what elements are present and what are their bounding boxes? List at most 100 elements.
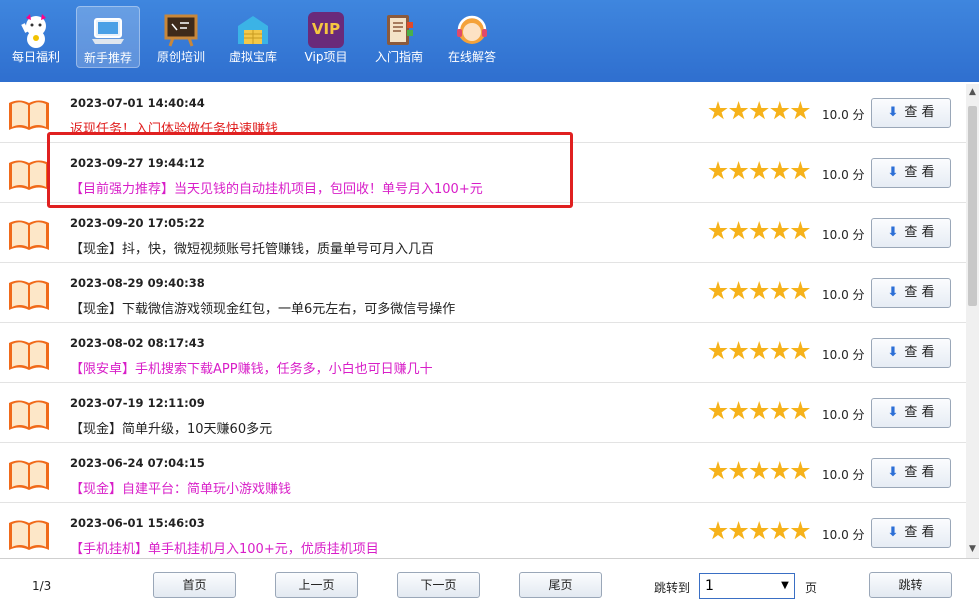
- tool-label: 新手推荐: [83, 51, 132, 65]
- view-button[interactable]: ⬇ 查 看: [871, 278, 951, 308]
- star-icon: [790, 341, 810, 360]
- last-page-button[interactable]: 尾页: [519, 572, 602, 598]
- tool-beginner-recommend[interactable]: 新手推荐: [76, 6, 140, 68]
- item-title[interactable]: 【现金】自建平台：简单玩小游戏赚钱: [70, 478, 291, 497]
- star-icon: [728, 461, 749, 480]
- tool-label: 虚拟宝库: [228, 50, 277, 64]
- item-title[interactable]: 【现金】简单升级，10天赚60多元: [70, 418, 272, 437]
- open-book-icon: [9, 220, 49, 250]
- item-title[interactable]: 【手机挂机】单手机挂机月入100+元，优质挂机项目: [70, 538, 379, 557]
- tool-vip-projects[interactable]: VIP Vip项目: [294, 6, 358, 68]
- chalkboard-icon: [163, 12, 199, 48]
- tool-getting-started-guide[interactable]: 入门指南: [367, 6, 431, 68]
- tool-daily-welfare[interactable]: 每日福利: [4, 6, 68, 68]
- star-icon: [749, 101, 769, 120]
- tool-label: 入门指南: [374, 50, 423, 64]
- list-item: 2023-07-19 12:11:09 【现金】简单升级，10天赚60多元 10.0…: [0, 383, 966, 443]
- item-date: 2023-06-24 07:04:15: [70, 456, 205, 470]
- star-icon: [708, 281, 728, 300]
- item-date: 2023-08-29 09:40:38: [70, 276, 205, 290]
- rating-stars: [708, 401, 811, 425]
- view-button[interactable]: ⬇ 查 看: [871, 338, 951, 368]
- item-score: 10.0 分: [822, 528, 865, 542]
- list-item: 2023-09-20 17:05:22 【现金】抖，快，微短视频账号托管赚钱，质量…: [0, 203, 966, 263]
- star-icon: [770, 341, 790, 360]
- item-date: 2023-06-01 15:46:03: [70, 516, 205, 530]
- star-icon: [728, 161, 749, 180]
- rating-stars: [708, 341, 811, 365]
- tool-label: Vip项目: [304, 50, 348, 64]
- view-button-label: 查 看: [904, 405, 935, 420]
- view-button[interactable]: ⬇ 查 看: [871, 218, 951, 248]
- item-score: 10.0 分: [822, 228, 865, 242]
- star-icon: [749, 341, 769, 360]
- star-icon: [770, 161, 790, 180]
- tool-original-training[interactable]: 原创培训: [149, 6, 213, 68]
- open-book-icon: [9, 100, 49, 130]
- star-icon: [728, 521, 749, 540]
- tool-virtual-treasury[interactable]: 虚拟宝库: [221, 6, 285, 68]
- previous-page-button[interactable]: 上一页: [275, 572, 358, 598]
- list-item: 2023-08-29 09:40:38 【现金】下载微信游戏领现金红包，一单6元左…: [0, 263, 966, 323]
- star-icon: [749, 401, 769, 420]
- list-item: 2023-06-01 15:46:03 【手机挂机】单手机挂机月入100+元，优质…: [0, 503, 966, 558]
- view-button-label: 查 看: [904, 285, 935, 300]
- star-icon: [790, 161, 810, 180]
- tool-label: 在线解答: [447, 50, 496, 64]
- scroll-up-arrow-icon[interactable]: ▲: [968, 88, 977, 97]
- item-score: 10.0 分: [822, 288, 865, 302]
- star-icon: [770, 521, 790, 540]
- download-arrow-icon: ⬇: [887, 225, 899, 240]
- pagination-bar: 1/3 首页 上一页 下一页 尾页 跳转到 1 ▼ 页 跳转: [0, 558, 979, 610]
- download-arrow-icon: ⬇: [887, 105, 899, 120]
- download-arrow-icon: ⬇: [887, 345, 899, 360]
- scrollbar-thumb[interactable]: [968, 106, 977, 306]
- view-button[interactable]: ⬇ 查 看: [871, 98, 951, 128]
- page-select[interactable]: 1 ▼: [699, 573, 795, 599]
- star-icon: [708, 521, 728, 540]
- rating-stars: [708, 101, 811, 125]
- list-item: 2023-06-24 07:04:15 【现金】自建平台：简单玩小游戏赚钱 10.0…: [0, 443, 966, 503]
- item-date: 2023-07-19 12:11:09: [70, 396, 205, 410]
- item-date: 2023-07-01 14:40:44: [70, 96, 205, 110]
- view-button-label: 查 看: [904, 105, 935, 120]
- jump-button[interactable]: 跳转: [869, 572, 952, 598]
- item-title[interactable]: 【现金】下载微信游戏领现金红包，一单6元左右，可多微信号操作: [70, 298, 455, 317]
- warehouse-icon: [235, 12, 271, 48]
- star-icon: [790, 521, 810, 540]
- item-title[interactable]: 【限安卓】手机搜索下载APP赚钱，任务多，小白也可日赚几十: [70, 358, 433, 377]
- download-arrow-icon: ⬇: [887, 405, 899, 420]
- scroll-down-arrow-icon[interactable]: ▼: [968, 545, 977, 554]
- star-icon: [728, 341, 749, 360]
- view-button[interactable]: ⬇ 查 看: [871, 458, 951, 488]
- chevron-down-icon[interactable]: ▼: [778, 577, 792, 595]
- view-button[interactable]: ⬇ 查 看: [871, 158, 951, 188]
- star-icon: [728, 281, 749, 300]
- open-book-icon: [9, 340, 49, 370]
- star-icon: [708, 341, 728, 360]
- star-icon: [749, 161, 769, 180]
- page-indicator: 1/3: [32, 579, 52, 593]
- download-arrow-icon: ⬇: [887, 285, 899, 300]
- vip-icon-text: VIP: [311, 20, 341, 38]
- star-icon: [770, 281, 790, 300]
- view-button[interactable]: ⬇ 查 看: [871, 518, 951, 548]
- star-icon: [708, 161, 728, 180]
- vertical-scrollbar[interactable]: ▲ ▼: [966, 84, 979, 558]
- open-book-icon: [9, 460, 49, 490]
- item-title[interactable]: 【现金】抖，快，微短视频账号托管赚钱，质量单号可月入几百: [70, 238, 434, 257]
- next-page-button[interactable]: 下一页: [397, 572, 480, 598]
- highlight-annotation-box: [47, 132, 573, 208]
- star-icon: [708, 461, 728, 480]
- view-button[interactable]: ⬇ 查 看: [871, 398, 951, 428]
- download-arrow-icon: ⬇: [887, 465, 899, 480]
- star-icon: [790, 461, 810, 480]
- star-icon: [770, 401, 790, 420]
- star-icon: [790, 401, 810, 420]
- view-button-label: 查 看: [904, 165, 935, 180]
- view-button-label: 查 看: [904, 525, 935, 540]
- tool-online-answers[interactable]: 在线解答: [440, 6, 504, 68]
- first-page-button[interactable]: 首页: [153, 572, 236, 598]
- rating-stars: [708, 521, 811, 545]
- item-score: 10.0 分: [822, 408, 865, 422]
